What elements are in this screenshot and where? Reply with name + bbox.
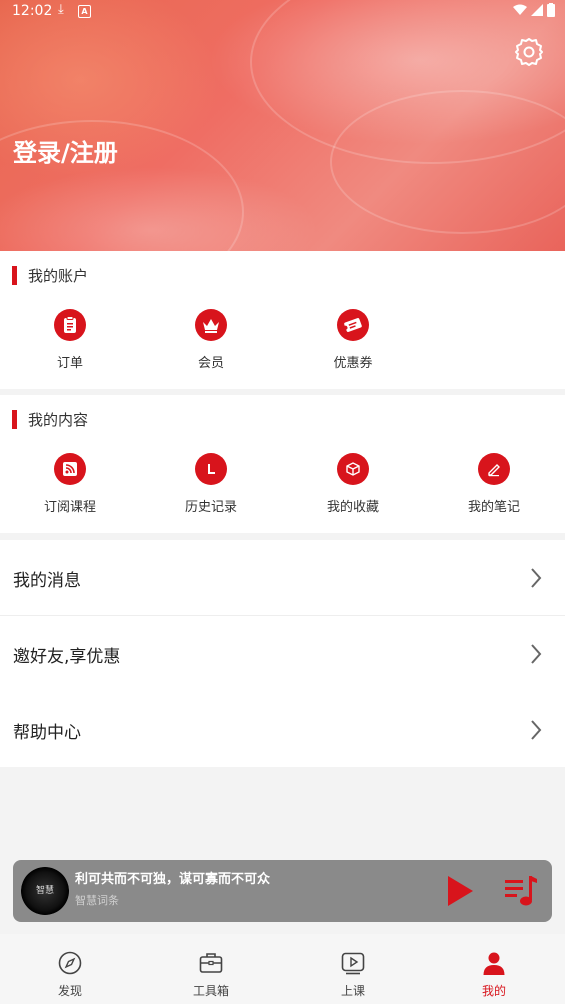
compass-icon <box>58 951 82 975</box>
favorites-button[interactable]: 我的收藏 <box>303 453 403 515</box>
profile-header: 12:02 ⤓ A 登录/注册 <box>0 0 565 251</box>
toolbox-icon <box>199 953 223 973</box>
pencil-icon <box>478 453 510 485</box>
settings-button[interactable] <box>513 36 545 68</box>
tab-label: 工具箱 <box>192 984 229 998</box>
crown-icon <box>195 309 227 341</box>
video-icon <box>341 952 365 975</box>
player-title: 利可共而不可独，谋可寡而不可众 <box>75 872 271 887</box>
download-icon: ⤓ <box>58 2 64 17</box>
notes-label: 我的笔记 <box>467 500 520 515</box>
coupons-button[interactable]: 优惠券 <box>303 309 403 371</box>
tab-class[interactable]: 上课 <box>313 950 393 999</box>
tab-label: 发现 <box>57 984 82 998</box>
section-header: 我的内容 <box>12 409 88 429</box>
player-subtitle: 智慧词条 <box>75 894 119 907</box>
list-item-messages[interactable]: 我的消息 <box>0 540 565 615</box>
play-icon <box>448 876 473 906</box>
section-title: 我的内容 <box>28 410 89 429</box>
signal-icon <box>531 4 543 16</box>
subscribed-courses-label: 订阅课程 <box>43 500 96 515</box>
list-item-help-center[interactable]: 帮助中心 <box>0 692 565 767</box>
orders-label: 订单 <box>56 356 83 371</box>
login-register-link[interactable]: 登录/注册 <box>13 133 118 168</box>
tab-mine[interactable]: 我的 <box>454 950 534 999</box>
album-cover: 智慧 <box>21 867 69 915</box>
status-time: 12:02 <box>12 3 53 19</box>
notification-icon: A <box>78 5 91 18</box>
favorites-label: 我的收藏 <box>326 500 379 515</box>
chevron-right-icon <box>531 720 542 740</box>
history-button[interactable]: 历史记录 <box>161 453 261 515</box>
section-header: 我的账户 <box>12 265 88 285</box>
clipboard-icon <box>54 309 86 341</box>
content-section: 我的内容 订阅课程 历史记录 我的收藏 我的笔记 <box>0 395 565 533</box>
section-title: 我的账户 <box>28 266 89 285</box>
play-button[interactable] <box>445 874 477 908</box>
smoke-decoration <box>330 90 565 234</box>
status-icons <box>513 3 555 17</box>
section-accent-bar <box>12 409 17 429</box>
battery-icon <box>547 3 555 17</box>
tab-label: 我的 <box>481 984 506 998</box>
box-icon <box>337 453 369 485</box>
mini-player[interactable]: 智慧 利可共而不可独，谋可寡而不可众 智慧词条 <box>13 860 552 922</box>
wifi-icon <box>513 4 527 15</box>
status-bar: 12:02 ⤓ A <box>0 0 565 24</box>
account-section: 我的账户 订单 会员 优惠券 <box>0 251 565 389</box>
coupons-label: 优惠券 <box>333 356 373 371</box>
list-item-invite-friends[interactable]: 邀好友,享优惠 <box>0 616 565 691</box>
chevron-right-icon <box>531 644 542 664</box>
membership-label: 会员 <box>197 356 224 371</box>
list-item-label: 我的消息 <box>13 571 81 591</box>
ticket-icon <box>337 309 369 341</box>
tab-label: 上课 <box>340 984 365 998</box>
section-accent-bar <box>12 265 17 285</box>
tab-toolbox[interactable]: 工具箱 <box>171 950 251 999</box>
notes-button[interactable]: 我的笔记 <box>444 453 544 515</box>
subscribed-courses-button[interactable]: 订阅课程 <box>20 453 120 515</box>
orders-button[interactable]: 订单 <box>20 309 120 371</box>
user-icon <box>483 952 505 975</box>
playlist-button[interactable] <box>503 874 539 908</box>
membership-button[interactable]: 会员 <box>161 309 261 371</box>
settings-list: 我的消息 邀好友,享优惠 帮助中心 <box>0 540 565 767</box>
list-item-label: 帮助中心 <box>13 723 81 743</box>
rss-icon <box>54 453 86 485</box>
tab-discover[interactable]: 发现 <box>30 950 110 999</box>
history-icon <box>195 453 227 485</box>
playlist-icon <box>505 876 537 906</box>
chevron-right-icon <box>531 568 542 588</box>
history-label: 历史记录 <box>184 500 237 515</box>
gear-icon <box>515 38 543 66</box>
list-item-label: 邀好友,享优惠 <box>13 647 121 667</box>
bottom-nav: 发现 工具箱 上课 我的 <box>0 934 565 1004</box>
